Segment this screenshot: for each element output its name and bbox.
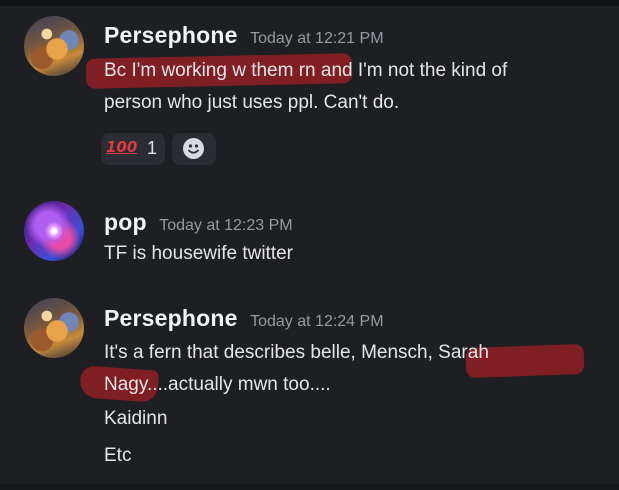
message-header: pop Today at 12:23 PM bbox=[104, 209, 293, 236]
reaction-count: 1 bbox=[147, 138, 158, 158]
message-line: It's a fern that describes belle, Mensch… bbox=[104, 342, 489, 363]
message-line: TF is housewife twitter bbox=[104, 243, 293, 264]
message-line: Kaidinn bbox=[104, 408, 168, 429]
avatar[interactable] bbox=[24, 298, 84, 358]
avatar[interactable] bbox=[24, 16, 84, 76]
username[interactable]: pop bbox=[104, 209, 147, 235]
timestamp: Today at 12:23 PM bbox=[159, 217, 293, 234]
message-line: Nagy....actually mwn too.... bbox=[104, 374, 331, 395]
message-line: person who just uses ppl. Can't do. bbox=[104, 92, 400, 113]
username[interactable]: Persephone bbox=[104, 22, 238, 48]
highlighted-text: Bc I'm working w them rn bbox=[104, 60, 316, 81]
message-line: Etc bbox=[104, 445, 132, 466]
avatar[interactable] bbox=[24, 201, 84, 261]
message-header: Persephone Today at 12:24 PM bbox=[104, 305, 384, 332]
timestamp: Today at 12:24 PM bbox=[250, 313, 384, 330]
top-edge bbox=[0, 0, 619, 6]
bottom-edge bbox=[0, 484, 619, 490]
add-reaction-button[interactable] bbox=[172, 133, 216, 165]
smile-plus-icon bbox=[183, 138, 204, 159]
message-text: and I'm not the kind of bbox=[315, 60, 508, 81]
hundred-points-icon: 100 bbox=[106, 138, 138, 156]
timestamp: Today at 12:21 PM bbox=[250, 30, 384, 47]
reaction-100[interactable]: 100 1 bbox=[101, 133, 165, 165]
message-line: Bc I'm working w them rn and I'm not the… bbox=[104, 60, 507, 82]
message-header: Persephone Today at 12:21 PM bbox=[104, 22, 384, 49]
username[interactable]: Persephone bbox=[104, 305, 238, 331]
